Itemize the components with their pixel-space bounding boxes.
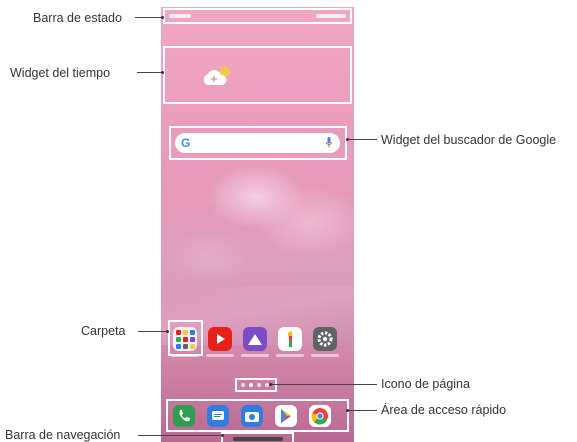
leader-line-folder [138, 331, 167, 332]
label-nav-bar: Barra de navegación [5, 428, 121, 442]
label-page-icon: Icono de página [381, 377, 470, 391]
leader-line-page-icon [270, 384, 377, 385]
gallery-label [241, 354, 269, 357]
label-status-bar: Barra de estado [33, 11, 122, 25]
youtube-label [206, 354, 234, 357]
leader-line-nav-bar [138, 435, 222, 436]
leader-dot-weather-widget [161, 71, 164, 74]
label-folder: Carpeta [81, 324, 126, 338]
weather-widget-highlight [163, 46, 352, 104]
leader-line-weather-widget [137, 72, 163, 73]
settings-icon[interactable] [313, 327, 337, 351]
cloud-sun-icon[interactable] [201, 65, 235, 87]
label-quick-access: Área de acceso rápido [381, 403, 507, 417]
leader-dot-folder [166, 330, 169, 333]
leader-line-google-widget [347, 139, 377, 140]
google-one-label [276, 354, 304, 357]
google-one-icon[interactable] [278, 327, 302, 351]
folder-highlight [168, 320, 203, 356]
youtube-icon[interactable] [208, 327, 232, 351]
label-google-widget: Widget del buscador de Google [381, 133, 557, 147]
label-weather-widget: Widget del tiempo [10, 66, 111, 80]
nav-bar-highlight [221, 432, 294, 442]
leader-line-quick-access [347, 410, 377, 411]
leader-dot-google-widget [346, 138, 349, 141]
quick-access-highlight [166, 399, 349, 432]
status-bar-highlight [163, 8, 352, 24]
leader-line-status-bar [135, 17, 163, 18]
settings-label [311, 354, 339, 357]
gallery-icon[interactable] [243, 327, 267, 351]
leader-dot-page-icon [269, 383, 272, 386]
leader-dot-nav-bar [221, 434, 224, 437]
leader-dot-status-bar [161, 16, 164, 19]
phone-screen: G [161, 7, 354, 442]
google-widget-highlight [169, 126, 347, 160]
leader-dot-quick-access [346, 409, 349, 412]
